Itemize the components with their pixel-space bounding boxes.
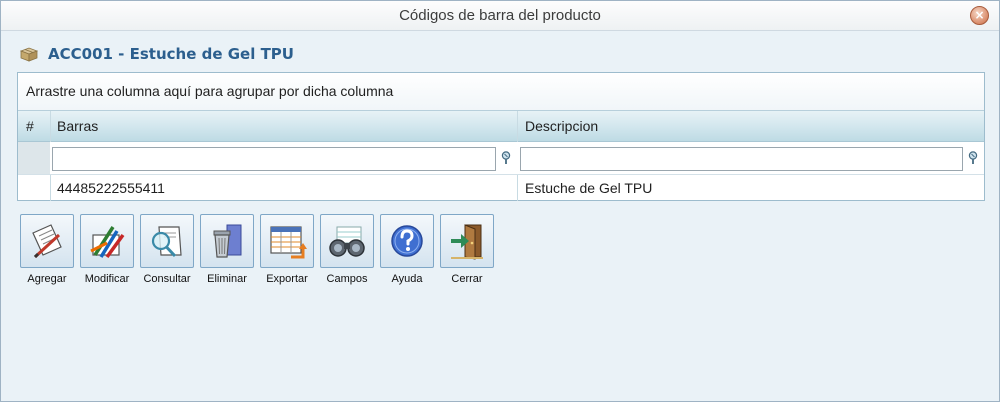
grid-header: # Barras Descripcion xyxy=(18,111,984,142)
help-icon xyxy=(391,225,423,257)
eliminar-label: Eliminar xyxy=(207,273,247,285)
barcodes-grid: Arrastre una columna aquí para agrupar p… xyxy=(17,72,985,201)
consultar-button[interactable] xyxy=(140,214,194,268)
cerrar-tool: Cerrar xyxy=(437,214,497,294)
ayuda-label: Ayuda xyxy=(391,273,423,285)
modificar-label: Modificar xyxy=(84,273,130,285)
cerrar-button[interactable] xyxy=(440,214,494,268)
consultar-label: Consultar xyxy=(143,273,191,285)
consultar-tool: Consultar xyxy=(137,214,197,294)
exportar-label: Exportar xyxy=(266,273,308,285)
eliminar-tool: Eliminar xyxy=(197,214,257,294)
group-by-panel[interactable]: Arrastre una columna aquí para agrupar p… xyxy=(18,73,984,111)
campos-button[interactable] xyxy=(320,214,374,268)
modificar-tool: Modificar xyxy=(77,214,137,294)
product-header: ACC001 - Estuche de Gel TPU xyxy=(19,43,294,65)
ayuda-button[interactable] xyxy=(380,214,434,268)
edit-pencils-icon xyxy=(90,226,125,259)
modificar-button[interactable] xyxy=(80,214,134,268)
ayuda-tool: Ayuda xyxy=(377,214,437,294)
trash-icon xyxy=(213,224,242,258)
cerrar-label: Cerrar xyxy=(451,273,483,285)
filter-icon[interactable] xyxy=(967,151,979,165)
table-row[interactable]: 44485222555411 Estuche de Gel TPU xyxy=(18,175,984,201)
column-header-barras[interactable]: Barras xyxy=(57,111,517,141)
agregar-button[interactable] xyxy=(20,214,74,268)
exportar-tool: Exportar xyxy=(257,214,317,294)
close-icon: × xyxy=(974,8,985,22)
eliminar-button[interactable] xyxy=(200,214,254,268)
exportar-button[interactable] xyxy=(260,214,314,268)
column-header-descripcion[interactable]: Descripcion xyxy=(525,111,975,141)
export-spreadsheet-icon xyxy=(270,226,307,259)
exit-door-icon xyxy=(451,224,483,260)
filter-icon[interactable] xyxy=(500,151,512,165)
window-title: Códigos de barra del producto xyxy=(399,7,601,24)
cell-descripcion: Estuche de Gel TPU xyxy=(525,180,653,196)
campos-tool: Campos xyxy=(317,214,377,294)
filter-row xyxy=(18,142,984,175)
column-header-index[interactable]: # xyxy=(26,111,46,141)
filter-index-cell xyxy=(18,142,50,174)
binoculars-icon xyxy=(329,226,365,257)
cell-barras: 44485222555411 xyxy=(57,180,165,196)
agregar-label: Agregar xyxy=(27,273,67,285)
title-bar: Códigos de barra del producto × xyxy=(1,1,999,31)
product-title: ACC001 - Estuche de Gel TPU xyxy=(48,45,294,63)
close-button[interactable]: × xyxy=(970,6,989,25)
barras-filter-input[interactable] xyxy=(52,147,496,171)
campos-label: Campos xyxy=(326,273,368,285)
add-document-icon xyxy=(32,224,62,259)
dialog-window: Códigos de barra del producto × ACC001 -… xyxy=(0,0,1000,402)
agregar-tool: Agregar xyxy=(17,214,77,294)
box-icon xyxy=(19,47,39,62)
action-toolbar: Agregar Modificar Consultar Eliminar Exp… xyxy=(17,214,497,294)
descripcion-filter-input[interactable] xyxy=(520,147,963,171)
magnifier-document-icon xyxy=(151,226,182,258)
